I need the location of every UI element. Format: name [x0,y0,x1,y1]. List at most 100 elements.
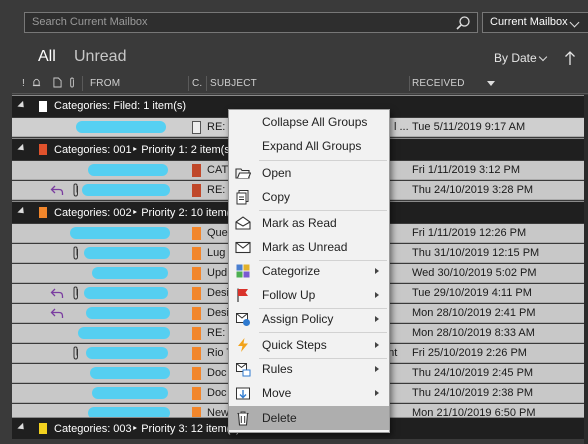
group-label: Categories: 002‣ Priority 2: 10 item(s) [54,207,240,219]
menu-item-label: Assign Policy [262,312,334,326]
list-scrollbar[interactable] [584,95,588,444]
menu-item-mark-as-read[interactable]: Mark as Read [229,211,389,235]
row-subject: Que [207,227,228,239]
menu-item-label: Expand All Groups [262,139,362,153]
context-menu: Collapse All Groups Expand All Groups Op… [228,109,390,433]
attachment-icon [73,183,78,197]
category-marker [192,267,201,280]
menu-item-label: Delete [262,411,297,425]
sort-direction-icon[interactable] [564,50,576,66]
row-date: Tue 29/10/2019 4:11 PM [412,287,532,299]
search-bar: Search Current Mailbox Current Mailbox [0,0,588,44]
column-separator[interactable] [188,76,189,91]
search-placeholder: Search Current Mailbox [32,16,148,28]
move-icon [236,387,250,400]
menu-item-mark-as-unread[interactable]: Mark as Unread [229,235,389,259]
redacted-sender [86,307,170,319]
category-marker [192,287,201,300]
row-subject: Doc [207,387,227,399]
group-label: Categories: 001‣ Priority 1: 2 item(s) [54,144,234,156]
menu-item-categorize[interactable]: Categorize [229,259,389,283]
reminder-icon[interactable] [32,77,41,88]
row-date: Fri 1/11/2019 12:26 PM [412,227,527,239]
importance-column[interactable]: ! [22,78,25,89]
menu-item-collapse-all-groups[interactable]: Collapse All Groups [229,110,389,134]
group-label: Categories: Filed: 1 item(s) [54,100,187,112]
menu-item-delete[interactable]: Delete [229,406,389,430]
categorize-icon [236,264,250,278]
menu-item-label: Categorize [262,264,321,278]
reply-icon [50,185,64,195]
menu-item-expand-all-groups[interactable]: Expand All Groups [229,134,389,158]
search-input[interactable]: Search Current Mailbox [24,12,478,33]
menu-item-label: Collapse All Groups [262,115,368,129]
menu-item-copy[interactable]: Copy [229,185,389,209]
row-subject-tail: l ... [394,121,409,133]
menu-item-rules[interactable]: Rules [229,357,389,381]
menu-item-label: Mark as Read [262,216,337,230]
category-marker [192,387,201,400]
menu-item-open[interactable]: Open [229,161,389,185]
submenu-arrow-icon [375,268,379,274]
category-color-icon [39,101,47,112]
row-subject: Doc [207,367,227,379]
filter-unread-tab[interactable]: Unread [74,48,126,66]
reply-icon [50,288,64,298]
column-header: ! FROM C. SUBJECT RECEIVED [12,74,588,94]
menu-item-quick-steps[interactable]: Quick Steps [229,333,389,357]
filter-all-tab[interactable]: All [38,48,56,66]
collapse-icon[interactable] [17,143,27,154]
flag-icon [237,288,248,302]
from-column[interactable]: FROM [90,78,120,89]
copy-icon [236,190,249,205]
submenu-arrow-icon [375,390,379,396]
search-scope-dropdown[interactable]: Current Mailbox [482,12,588,33]
sort-by-dropdown[interactable]: By Date [494,51,537,65]
category-color-icon [39,207,47,218]
row-date: Fri 1/11/2019 3:12 PM [412,164,521,176]
chevron-down-icon [538,52,548,62]
category-marker [192,164,201,177]
column-separator[interactable] [206,76,207,91]
subject-column[interactable]: SUBJECT [210,78,257,89]
collapse-icon[interactable] [17,100,27,111]
column-separator[interactable] [409,76,410,91]
collapse-icon[interactable] [17,422,27,433]
category-color-icon [39,144,47,155]
policy-icon [236,313,250,326]
row-date: Mon 28/10/2019 2:41 PM [412,307,536,319]
redacted-sender [92,387,168,399]
row-date: Thu 24/10/2019 2:45 PM [412,367,534,379]
document-icon[interactable] [53,77,62,88]
menu-item-move[interactable]: Move [229,381,389,405]
row-subject: Desi [207,307,230,319]
row-subject: Upd [207,267,228,279]
redacted-sender [86,347,168,359]
category-column[interactable]: C. [192,78,202,89]
redacted-sender [76,121,166,133]
attachment-icon [73,286,78,300]
category-marker [192,327,201,340]
envelope-open-icon [235,216,251,230]
category-marker [192,367,201,380]
column-separator[interactable] [82,76,83,91]
menu-item-label: Follow Up [262,288,316,302]
row-subject: CAT [207,164,229,176]
chevron-down-icon [569,17,580,28]
menu-item-label: Open [262,166,292,180]
search-icon[interactable] [455,15,471,31]
reply-icon [50,308,64,318]
filter-bar: All Unread By Date [0,44,588,74]
submenu-arrow-icon [375,342,379,348]
row-date: Thu 31/10/2019 12:15 PM [412,247,540,259]
menu-item-label: Rules [262,362,293,376]
rules-icon [236,363,251,377]
attachment-icon[interactable] [68,77,77,88]
received-column[interactable]: RECEIVED [412,78,465,89]
row-date: Wed 30/10/2019 5:02 PM [412,267,537,279]
menu-item-label: Copy [262,190,291,204]
menu-item-follow-up[interactable]: Follow Up [229,283,389,307]
collapse-icon[interactable] [17,206,27,217]
redacted-sender [90,367,170,379]
menu-item-assign-policy[interactable]: Assign Policy [229,307,389,331]
